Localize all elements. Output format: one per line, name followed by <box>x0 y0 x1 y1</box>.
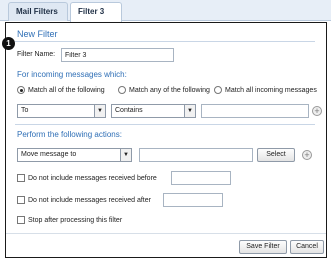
exclude-before-date-input[interactable] <box>171 171 231 185</box>
tab-bar: Mail Filters Filter 3 ⊗ <box>0 0 331 34</box>
save-filter-button[interactable]: Save Filter <box>239 240 287 254</box>
stop-processing-checkbox[interactable] <box>17 216 25 224</box>
match-all-incoming-radio[interactable] <box>214 86 222 94</box>
condition-value-input[interactable] <box>201 104 309 118</box>
tab-filter-3-label: Filter 3 <box>78 7 105 16</box>
tab-mail-filters[interactable]: Mail Filters <box>8 2 68 21</box>
callout-badge: 1 <box>2 37 15 50</box>
exclude-after-date-input[interactable] <box>163 193 223 207</box>
page-title: New Filter <box>17 29 58 39</box>
add-condition-icon[interactable]: + <box>312 106 322 116</box>
condition-operator-value: Contains <box>115 107 143 114</box>
exclude-before-label: Do not include messages received before <box>28 175 157 182</box>
match-any-label: Match any of the following <box>129 87 210 94</box>
exclude-after-checkbox[interactable] <box>17 196 25 204</box>
action-value: Move message to <box>21 151 77 158</box>
exclude-after-label: Do not include messages received after <box>28 197 151 204</box>
condition-operator-select[interactable]: Contains ▼ <box>111 104 196 118</box>
divider <box>15 41 315 42</box>
tab-filter-3[interactable]: Filter 3 ⊗ <box>70 2 122 34</box>
match-all-incoming-label: Match all incoming messages <box>225 87 317 94</box>
actions-section-title: Perform the following actions: <box>17 130 122 139</box>
chevron-down-icon: ▼ <box>120 149 131 161</box>
chevron-down-icon: ▼ <box>184 105 195 117</box>
exclude-before-checkbox[interactable] <box>17 174 25 182</box>
tab-mail-filters-label: Mail Filters <box>16 7 58 16</box>
cancel-button[interactable]: Cancel <box>290 240 324 254</box>
incoming-section-title: For incoming messages which: <box>17 70 127 79</box>
condition-field-value: To <box>21 107 29 114</box>
add-action-icon[interactable]: + <box>302 150 312 160</box>
stop-processing-label: Stop after processing this filter <box>28 217 123 224</box>
dialog-footer: Save Filter Cancel <box>6 233 326 257</box>
chevron-down-icon: ▼ <box>94 105 105 117</box>
divider <box>15 124 315 125</box>
select-button[interactable]: Select <box>257 148 295 162</box>
new-filter-panel: New Filter 1 Filter Name: For incoming m… <box>2 22 327 258</box>
condition-field-select[interactable]: To ▼ <box>17 104 106 118</box>
filter-name-input[interactable] <box>61 48 174 62</box>
match-all-radio[interactable] <box>17 86 25 94</box>
action-target-input[interactable] <box>139 148 253 162</box>
match-any-radio[interactable] <box>118 86 126 94</box>
match-all-label: Match all of the following <box>28 87 105 94</box>
action-select[interactable]: Move message to ▼ <box>17 148 132 162</box>
filter-name-label: Filter Name: <box>17 51 56 58</box>
